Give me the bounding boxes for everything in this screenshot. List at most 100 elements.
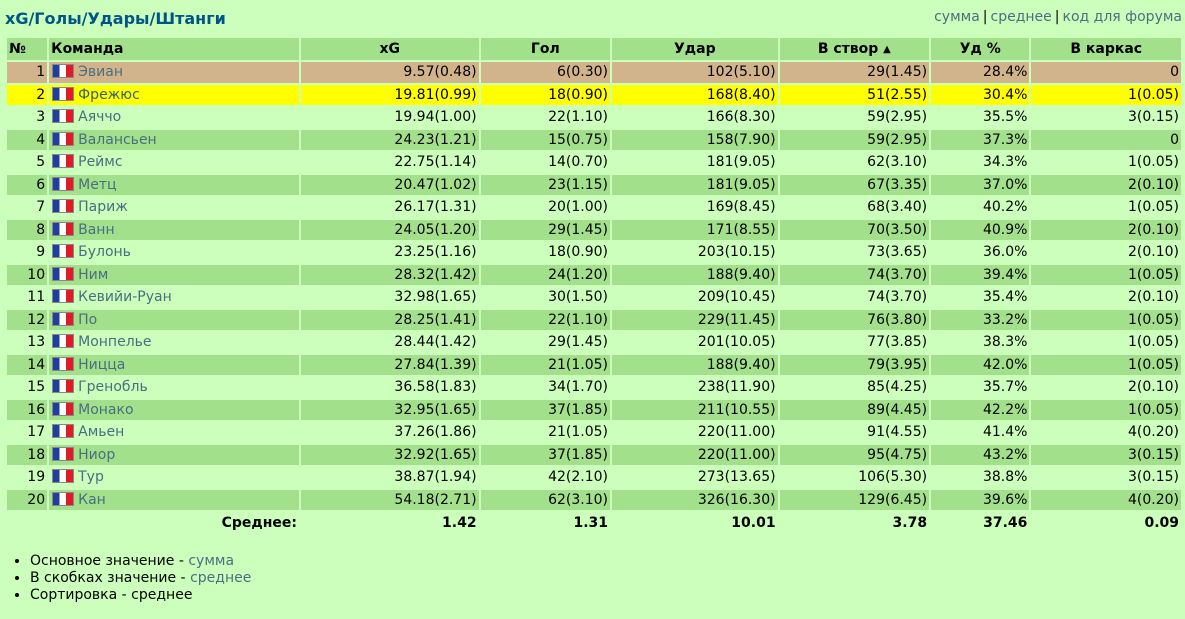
team-link[interactable]: Реймс — [78, 154, 122, 170]
team-link[interactable]: Аяччо — [78, 109, 121, 125]
cell-team: Ванн — [49, 219, 299, 240]
link-separator: | — [1054, 9, 1060, 25]
cell-rank: 8 — [7, 219, 48, 240]
average-view-link[interactable]: среднее — [991, 9, 1052, 25]
cell-xg: 20.47(1.02) — [300, 174, 479, 195]
view-mode-links: сумма | среднее | код для форума — [934, 9, 1182, 25]
cell-xg: 23.25(1.16) — [300, 242, 479, 263]
header-team[interactable]: Команда — [49, 38, 299, 60]
cell-shot-percent: 35.4% — [931, 287, 1030, 308]
cell-team: Кевийи-Руан — [49, 287, 299, 308]
cell-on-target: 129(6.45) — [779, 489, 930, 510]
team-link[interactable]: Фрежюс — [78, 87, 140, 103]
cell-shot-percent: 41.4% — [931, 422, 1030, 443]
table-row: 10 Ним 28.32(1.42) 24(1.20) 188(9.40) 74(3.70… — [7, 264, 1181, 285]
cell-rank: 3 — [7, 107, 48, 128]
note-sorting: Сортировка - среднее — [30, 587, 251, 604]
header-on-target[interactable]: В створ ▲ — [779, 38, 930, 60]
team-link[interactable]: Монпелье — [78, 334, 151, 350]
table-row: 3 Аяччо 19.94(1.00) 22(1.10) 166(8.30) 59(2.9… — [7, 107, 1181, 128]
cell-team: По — [49, 309, 299, 330]
team-link[interactable]: Ницца — [78, 357, 125, 373]
team-link[interactable]: Метц — [78, 177, 116, 193]
cell-goals: 15(0.75) — [480, 129, 611, 150]
team-link[interactable]: Кан — [78, 492, 106, 508]
cell-goals: 24(1.20) — [480, 264, 611, 285]
cell-goals: 37(1.85) — [480, 444, 611, 465]
average-row: Среднее: 1.42 1.31 10.01 3.78 37.46 0.09 — [7, 512, 1181, 534]
header-on-target-label: В створ — [817, 41, 879, 57]
cell-xg: 22.75(1.14) — [300, 152, 479, 173]
note-sum-link[interactable]: сумма — [188, 553, 234, 569]
cell-team: Фрежюс — [49, 84, 299, 105]
table-row: 20 Кан 54.18(2.71) 62(3.10) 326(16.30) 129(6.… — [7, 489, 1181, 510]
header-xg[interactable]: xG — [300, 38, 479, 60]
cell-shot-percent: 42.2% — [931, 399, 1030, 420]
cell-rank: 9 — [7, 242, 48, 263]
header-shot-percent[interactable]: Уд % — [931, 38, 1030, 60]
cell-shots: 188(9.40) — [612, 264, 778, 285]
cell-shots: 273(13.65) — [612, 467, 778, 488]
cell-woodwork: 1(0.05) — [1031, 264, 1181, 285]
table-row: 11 Кевийи-Руан 32.98(1.65) 30(1.50) 209(10.4… — [7, 287, 1181, 308]
france-flag-icon — [52, 491, 75, 506]
team-link[interactable]: Гренобль — [78, 379, 148, 395]
france-flag-icon — [52, 131, 75, 146]
team-link[interactable]: Париж — [78, 199, 128, 215]
france-flag-icon — [52, 64, 75, 79]
team-link[interactable]: Ним — [78, 267, 108, 283]
header-goals[interactable]: Гол — [480, 38, 611, 60]
cell-goals: 18(0.90) — [480, 84, 611, 105]
cell-shots: 209(10.45) — [612, 287, 778, 308]
header-shots[interactable]: Удар — [612, 38, 778, 60]
cell-xg: 19.94(1.00) — [300, 107, 479, 128]
cell-team: Ницца — [49, 354, 299, 375]
note-average-link[interactable]: среднее — [190, 570, 251, 586]
average-on-target: 3.78 — [892, 515, 928, 531]
cell-xg: 24.05(1.20) — [300, 219, 479, 240]
team-link[interactable]: Валансьен — [78, 132, 157, 148]
forum-code-link[interactable]: код для форума — [1063, 9, 1183, 25]
table-body: 1 Эвиан 9.57(0.48) 6(0.30) 102(5.10) 29(1.45)… — [7, 62, 1181, 510]
cell-shots: 201(10.05) — [612, 332, 778, 353]
team-link[interactable]: По — [78, 312, 97, 328]
france-flag-icon — [52, 446, 75, 461]
table-row: 1 Эвиан 9.57(0.48) 6(0.30) 102(5.10) 29(1.45)… — [7, 62, 1181, 83]
cell-team: Париж — [49, 197, 299, 218]
cell-xg: 32.98(1.65) — [300, 287, 479, 308]
team-link[interactable]: Эвиан — [78, 64, 123, 80]
cell-shot-percent: 39.6% — [931, 489, 1030, 510]
cell-rank: 12 — [7, 309, 48, 330]
cell-team: Валансьен — [49, 129, 299, 150]
france-flag-icon — [52, 334, 75, 349]
cell-on-target: 74(3.70) — [779, 287, 930, 308]
cell-xg: 38.87(1.94) — [300, 467, 479, 488]
cell-shot-percent: 28.4% — [931, 62, 1030, 83]
france-flag-icon — [52, 356, 75, 371]
france-flag-icon — [52, 176, 75, 191]
header-woodwork[interactable]: В каркас — [1031, 38, 1181, 60]
cell-goals: 21(1.05) — [480, 422, 611, 443]
team-link[interactable]: Ванн — [78, 222, 115, 238]
team-link[interactable]: Кевийи-Руан — [78, 289, 172, 305]
cell-shots: 188(9.40) — [612, 354, 778, 375]
note-text: В скобках значение - — [30, 570, 191, 586]
team-link[interactable]: Монако — [78, 402, 133, 418]
header-number[interactable]: № — [7, 38, 48, 60]
france-flag-icon — [52, 424, 75, 439]
table-row: 17 Амьен 37.26(1.86) 21(1.05) 220(11.00) 91(4… — [7, 422, 1181, 443]
cell-on-target: 29(1.45) — [779, 62, 930, 83]
team-link[interactable]: Булонь — [78, 244, 131, 260]
france-flag-icon — [52, 86, 75, 101]
team-link[interactable]: Амьен — [78, 424, 124, 440]
france-flag-icon — [52, 154, 75, 169]
cell-xg: 26.17(1.31) — [300, 197, 479, 218]
cell-shots: 238(11.90) — [612, 377, 778, 398]
team-link[interactable]: Тур — [78, 469, 104, 485]
cell-shot-percent: 35.5% — [931, 107, 1030, 128]
cell-shot-percent: 38.8% — [931, 467, 1030, 488]
cell-on-target: 73(3.65) — [779, 242, 930, 263]
average-goals: 1.31 — [573, 515, 609, 531]
team-link[interactable]: Ниор — [78, 447, 115, 463]
sum-view-link[interactable]: сумма — [934, 9, 980, 25]
